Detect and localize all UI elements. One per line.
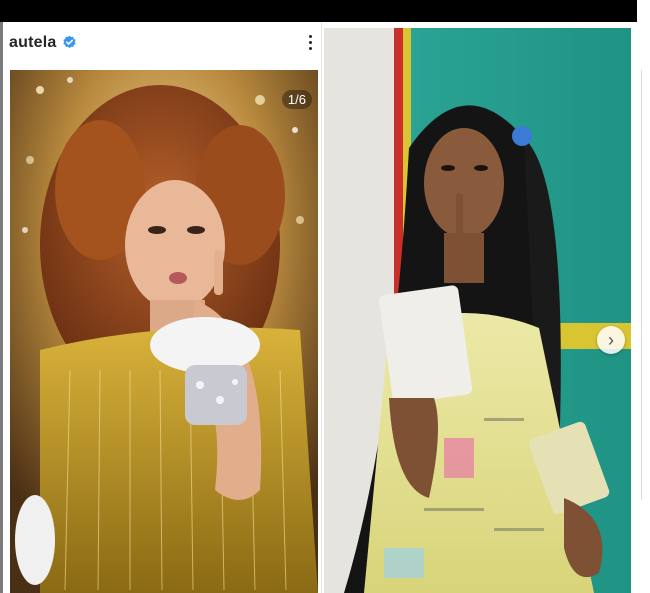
more-options-icon[interactable] (303, 30, 319, 54)
page-right-margin (637, 0, 650, 593)
post-username[interactable]: autela (9, 34, 56, 52)
photo-illustration-right (324, 28, 631, 593)
carousel-next-button[interactable]: › (597, 326, 625, 354)
post-photo-main[interactable]: 1/6 (10, 70, 318, 593)
verified-badge-icon (63, 35, 76, 49)
post-header: autela (3, 22, 321, 66)
top-black-bar (0, 0, 637, 22)
post-photo-next[interactable] (324, 28, 631, 593)
scrollbar-track[interactable] (641, 70, 642, 500)
photo-illustration-left (10, 70, 318, 593)
left-edge-border (0, 22, 3, 593)
column-divider (321, 22, 322, 593)
image-counter: 1/6 (281, 90, 312, 109)
chevron-right-icon: › (608, 330, 614, 350)
